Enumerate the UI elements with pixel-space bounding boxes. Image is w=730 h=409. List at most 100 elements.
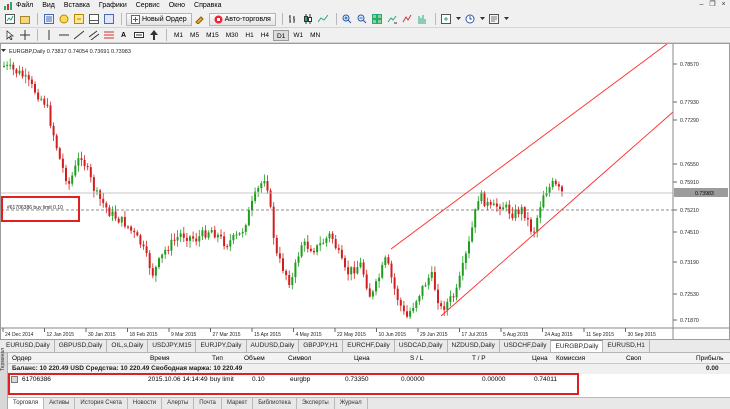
col-sl[interactable]: S / L: [410, 355, 423, 362]
data-window-icon[interactable]: [57, 13, 70, 26]
text-label-icon[interactable]: [132, 29, 145, 42]
symbol-tab[interactable]: OIL,s,Daily: [107, 340, 149, 352]
autoscroll-icon[interactable]: [401, 13, 414, 26]
terminal-icon[interactable]: [87, 13, 100, 26]
price-chart[interactable]: 0.73983#61706386 buy limit 0.10 0.785700…: [1, 44, 729, 339]
metaeditor-icon[interactable]: [194, 13, 207, 26]
text-icon[interactable]: A: [117, 29, 130, 42]
col-time[interactable]: Время: [150, 355, 170, 362]
symbol-tab[interactable]: EURUSD,H1: [603, 340, 650, 352]
candle-body: [18, 70, 21, 74]
line-chart-icon[interactable]: [317, 13, 330, 26]
symbol-tab[interactable]: EURCHF,Daily: [343, 340, 395, 352]
timeframe-d1[interactable]: D1: [273, 29, 290, 41]
col-price2[interactable]: Цена: [532, 355, 548, 362]
new-chart-icon[interactable]: [3, 13, 16, 26]
chart-shift-icon[interactable]: [386, 13, 399, 26]
symbol-tab[interactable]: USDCAD,Daily: [395, 340, 448, 352]
chevron-down-icon[interactable]: [503, 13, 510, 26]
tab-mailbox[interactable]: Почта: [194, 398, 222, 409]
timeframe-m5[interactable]: M5: [187, 30, 202, 41]
horizontal-line-icon[interactable]: [57, 29, 70, 42]
col-volume[interactable]: Объем: [244, 355, 265, 362]
timeframe-mn[interactable]: MN: [307, 30, 323, 41]
symbol-tab[interactable]: GBPJPY,H1: [299, 340, 344, 352]
templates-icon[interactable]: [488, 13, 501, 26]
col-profit[interactable]: Прибыль: [696, 355, 724, 362]
candle-body: [409, 311, 412, 317]
tab-alerts[interactable]: Алерты: [162, 398, 195, 409]
symbol-tab[interactable]: EURJPY,Daily: [196, 340, 247, 352]
new-order-button[interactable]: Новый Ордер: [126, 12, 192, 26]
add-indicator-icon[interactable]: [440, 13, 453, 26]
zoom-in-icon[interactable]: [341, 13, 354, 26]
candle-body: [241, 231, 244, 234]
chevron-down-icon[interactable]: [455, 13, 462, 26]
symbol-tab[interactable]: NZDUSD,Daily: [448, 340, 500, 352]
indicators-icon[interactable]: [416, 13, 429, 26]
symbol-tab[interactable]: GBPUSD,Daily: [55, 340, 108, 352]
menu-file[interactable]: Файл: [16, 2, 33, 9]
symbol-tab[interactable]: AUDUSD,Daily: [247, 340, 300, 352]
col-order[interactable]: Ордер: [12, 355, 32, 362]
tab-code-base[interactable]: Библиотека: [253, 398, 297, 409]
menu-tools[interactable]: Сервис: [136, 2, 160, 9]
candle-body: [331, 233, 334, 239]
candle-body: [127, 226, 129, 228]
chart-window[interactable]: 0.73983 #61706386 buy limit 0.10 0.78570 0…: [0, 43, 730, 340]
symbol-tab[interactable]: USDCHF,Daily: [500, 340, 552, 352]
candle-body: [86, 166, 89, 168]
tab-news[interactable]: Новости: [128, 398, 163, 409]
tab-experts[interactable]: Эксперты: [297, 398, 335, 409]
col-swap[interactable]: Своп: [626, 355, 641, 362]
profiles-icon[interactable]: [18, 13, 31, 26]
timeframe-w1[interactable]: W1: [290, 30, 306, 41]
periodicity-icon[interactable]: [464, 13, 477, 26]
col-tp[interactable]: T / P: [472, 355, 486, 362]
menu-view[interactable]: Вид: [42, 2, 55, 9]
menu-window[interactable]: Окно: [169, 2, 185, 9]
col-symbol[interactable]: Символ: [288, 355, 311, 362]
symbol-tab[interactable]: EURUSD,Daily: [2, 340, 55, 352]
minimize-icon[interactable]: –: [697, 1, 706, 9]
tab-market[interactable]: Маркет: [222, 398, 254, 409]
col-type[interactable]: Тип: [212, 355, 223, 362]
timeframe-m15[interactable]: M15: [203, 30, 222, 41]
tab-account-history[interactable]: История Счета: [75, 398, 128, 409]
vertical-line-icon[interactable]: [42, 29, 55, 42]
autotrading-button[interactable]: Авто-торговля: [208, 12, 276, 26]
candle-body: [164, 249, 167, 255]
timeframe-h1[interactable]: H1: [242, 30, 256, 41]
timeframe-m30[interactable]: M30: [223, 30, 242, 41]
crosshair-icon[interactable]: [18, 29, 31, 42]
cursor-icon[interactable]: [3, 29, 16, 42]
tab-journal[interactable]: Журнал: [335, 398, 368, 409]
terminal-side-bar[interactable]: Терминал: [0, 348, 8, 409]
fibonacci-icon[interactable]: [102, 29, 115, 42]
col-commission[interactable]: Комиссия: [556, 355, 585, 362]
menu-charts[interactable]: Графики: [99, 2, 127, 9]
col-price[interactable]: Цена: [354, 355, 370, 362]
trendline-icon[interactable]: [72, 29, 85, 42]
candlestick-icon[interactable]: [302, 13, 315, 26]
chevron-down-icon[interactable]: [479, 13, 486, 26]
tile-windows-icon[interactable]: [371, 13, 384, 26]
arrow-icon[interactable]: [147, 29, 160, 42]
tab-exposure[interactable]: Активы: [44, 398, 76, 409]
candle-body: [282, 258, 284, 271]
tester-icon[interactable]: [102, 13, 115, 26]
timeframe-h4[interactable]: H4: [258, 30, 272, 41]
equidistant-channel-icon[interactable]: [87, 29, 100, 42]
restore-icon[interactable]: ❐: [708, 1, 717, 9]
menu-insert[interactable]: Вставка: [64, 2, 90, 9]
zoom-out-icon[interactable]: [356, 13, 369, 26]
tab-trade[interactable]: Торговля: [8, 398, 45, 409]
navigator-icon[interactable]: [72, 13, 85, 26]
bar-chart-icon[interactable]: [287, 13, 300, 26]
symbol-tab-active[interactable]: EURGBP,Daily: [551, 340, 604, 352]
menu-help[interactable]: Справка: [194, 2, 221, 9]
market-watch-icon[interactable]: [42, 13, 55, 26]
close-icon[interactable]: ×: [719, 1, 728, 9]
symbol-tab[interactable]: USDJPY,M15: [148, 340, 197, 352]
timeframe-m1[interactable]: M1: [171, 30, 186, 41]
